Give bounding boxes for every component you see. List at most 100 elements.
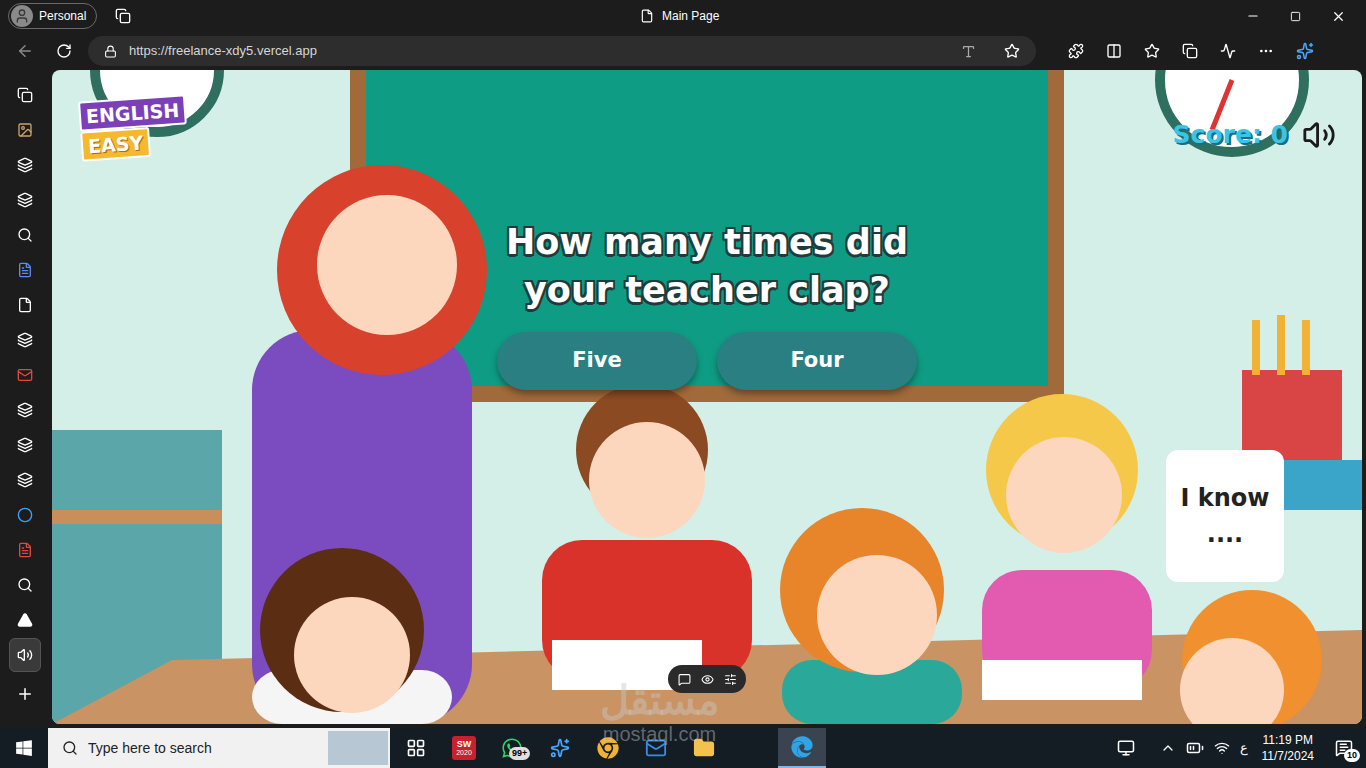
- watermark: مستقلmostaql.com: [600, 680, 719, 744]
- mail-icon: [645, 737, 667, 759]
- battery-icon[interactable]: [1186, 739, 1204, 757]
- page-icon: [17, 332, 33, 348]
- tray-expand-icon[interactable]: [1160, 740, 1176, 756]
- tabs-icon: [17, 87, 33, 103]
- display-icon[interactable]: [1116, 739, 1136, 757]
- extensions-icon[interactable]: [1068, 43, 1084, 59]
- add-icon[interactable]: [16, 685, 34, 703]
- start-button[interactable]: [0, 728, 48, 768]
- sidebar-item[interactable]: [9, 428, 41, 462]
- copilot-icon[interactable]: [1296, 42, 1314, 60]
- toolbar: https://freelance-xdy5.vercel.app: [0, 32, 1366, 70]
- sidebar-item[interactable]: [9, 78, 41, 112]
- more-icon[interactable]: [1258, 43, 1274, 59]
- performance-icon[interactable]: [1220, 43, 1236, 59]
- sidebar-item[interactable]: [9, 323, 41, 357]
- taskbar-app[interactable]: 99+: [488, 728, 536, 768]
- view-icon[interactable]: [701, 673, 714, 686]
- answer-button[interactable]: Five: [497, 332, 697, 390]
- favorite-icon[interactable]: [1004, 43, 1020, 59]
- edge-icon: [791, 736, 813, 758]
- score-bar: Score: 0: [1173, 116, 1336, 154]
- answer-button[interactable]: Four: [717, 332, 917, 390]
- tab-actions-icon[interactable]: [115, 8, 131, 24]
- window-title: Main Page: [640, 0, 719, 32]
- sidebar-item[interactable]: [9, 393, 41, 427]
- comment-icon[interactable]: [678, 673, 691, 686]
- taskbar-app[interactable]: [536, 728, 584, 768]
- profile-button[interactable]: Personal: [8, 3, 97, 29]
- taskbar-app[interactable]: SW2020: [440, 728, 488, 768]
- split-screen-icon[interactable]: [1106, 43, 1122, 59]
- sidebar-item[interactable]: [9, 183, 41, 217]
- search-icon: [17, 227, 33, 243]
- speaker-icon[interactable]: [1302, 118, 1336, 152]
- chrome-icon: [597, 737, 619, 759]
- minimize-icon[interactable]: [1246, 9, 1260, 23]
- sidebar-item[interactable]: [9, 533, 41, 567]
- sidebar-item[interactable]: [9, 638, 41, 672]
- classroom-illustration: [52, 70, 1362, 724]
- score: Score: 0: [1173, 116, 1288, 154]
- doc-icon: [17, 262, 33, 278]
- taskbar-app[interactable]: [680, 728, 728, 768]
- image-icon: [17, 122, 33, 138]
- search-icon: [17, 577, 33, 593]
- sidebar-item[interactable]: [9, 603, 41, 637]
- pdf-icon: [17, 542, 33, 558]
- search-icon: [62, 740, 78, 756]
- taskbar-app[interactable]: [778, 728, 826, 768]
- page-icon: [17, 437, 33, 453]
- sidebar-item[interactable]: [9, 288, 41, 322]
- windows-icon: [15, 739, 33, 757]
- sidebar-item[interactable]: [9, 148, 41, 182]
- page-icon: [17, 472, 33, 488]
- triangle-icon: [17, 612, 33, 628]
- taskbar-app[interactable]: [632, 728, 680, 768]
- sidebar-item[interactable]: [9, 568, 41, 602]
- explorer-icon: [693, 737, 715, 759]
- speaker-icon: [17, 647, 33, 663]
- maximize-icon[interactable]: [1290, 11, 1301, 22]
- file-icon: [17, 297, 33, 313]
- refresh-icon[interactable]: [56, 43, 72, 59]
- taskbar-app[interactable]: [584, 728, 632, 768]
- sidebar-item[interactable]: [9, 218, 41, 252]
- copilot-icon: [550, 738, 570, 758]
- question: How many times did your teacher clap?: [472, 218, 942, 314]
- page-icon: [17, 192, 33, 208]
- taskbar-app[interactable]: [392, 728, 440, 768]
- lock-icon: [104, 45, 117, 58]
- page-icon: [640, 9, 654, 23]
- sidebar-item[interactable]: [9, 358, 41, 392]
- collections-icon[interactable]: [1182, 43, 1198, 59]
- sidebar-item[interactable]: [9, 463, 41, 497]
- avatar-icon: [14, 8, 30, 24]
- circle-icon: [17, 507, 33, 523]
- solidworks-icon: SW2020: [452, 736, 476, 760]
- settings-icon[interactable]: [724, 673, 737, 686]
- search-highlight-image: [328, 731, 388, 765]
- language[interactable]: ع: [1240, 738, 1248, 758]
- close-icon[interactable]: [1331, 9, 1346, 24]
- page-icon: [17, 157, 33, 173]
- wifi-icon[interactable]: [1214, 740, 1230, 756]
- game-area: ENGLISHEASYScore: 0How many times did yo…: [52, 70, 1362, 724]
- read-aloud-icon[interactable]: [961, 44, 976, 59]
- sidebar-item[interactable]: [9, 113, 41, 147]
- clock[interactable]: 11:19 PM11/7/2024: [1258, 732, 1319, 764]
- sidebar: [0, 70, 50, 724]
- favorites-icon[interactable]: [1144, 43, 1160, 59]
- sidebar-item[interactable]: [9, 253, 41, 287]
- speech-bubble: I know ....: [1166, 450, 1284, 582]
- search-box[interactable]: Type here to search: [48, 728, 390, 768]
- sidebar-item[interactable]: [9, 498, 41, 532]
- page-icon: [17, 402, 33, 418]
- question-panel: How many times did your teacher clap? Fiv…: [52, 218, 1362, 390]
- taskbar: Type here to search SW2020 99+ ع 11:19 PM11/…: [0, 728, 1366, 768]
- title-bar: Personal Main Page: [0, 0, 1366, 32]
- back-icon[interactable]: [16, 42, 34, 60]
- address-field[interactable]: https://freelance-xdy5.vercel.app: [88, 36, 1036, 66]
- notifications[interactable]: 10: [1328, 732, 1360, 764]
- gmail-icon: [17, 367, 33, 383]
